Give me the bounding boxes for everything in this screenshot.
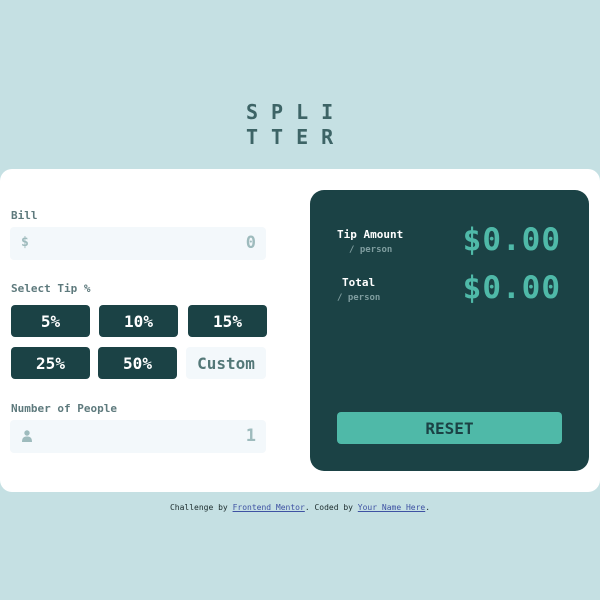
attribution-middle: . Coded by [304, 503, 358, 512]
logo-line-2: TTER [246, 125, 347, 149]
tip-button-5[interactable]: 5% [11, 305, 90, 337]
people-input[interactable]: 1 [10, 420, 266, 453]
tip-button-50[interactable]: 50% [98, 347, 177, 379]
author-link[interactable]: Your Name Here [358, 503, 425, 512]
person-icon [22, 430, 32, 442]
people-label: Number of People [11, 402, 117, 415]
total-value: $0.00 [462, 270, 561, 306]
tip-amount-value: $0.00 [462, 222, 561, 258]
attribution-suffix: . [425, 503, 431, 512]
select-tip-label: Select Tip % [11, 282, 91, 295]
people-value: 1 [245, 426, 256, 446]
bill-input[interactable]: $ 0 [10, 227, 266, 260]
attribution: Challenge by Frontend Mentor. Coded by Y… [0, 503, 600, 512]
tip-amount-label: Tip Amount [337, 228, 404, 241]
attribution-prefix: Challenge by [169, 503, 233, 512]
tip-button-10[interactable]: 10% [99, 305, 178, 337]
results-panel: Tip Amount / person $0.00 Total / person… [310, 190, 589, 471]
bill-label: Bill [11, 209, 38, 222]
logo-line-1: SPLI [246, 100, 347, 124]
dollar-icon: $ [21, 235, 29, 250]
tip-custom-input[interactable]: Custom [186, 347, 266, 379]
reset-button[interactable]: RESET [337, 412, 562, 444]
total-label: Total [342, 276, 376, 289]
bill-value: 0 [245, 233, 256, 253]
tip-button-15[interactable]: 15% [188, 305, 267, 337]
total-sub: / person [337, 293, 381, 303]
frontend-mentor-link[interactable]: Frontend Mentor [233, 503, 305, 512]
app-logo: SPLI TTER [246, 100, 356, 150]
tip-button-25[interactable]: 25% [11, 347, 90, 379]
tip-amount-sub: / person [349, 245, 393, 255]
